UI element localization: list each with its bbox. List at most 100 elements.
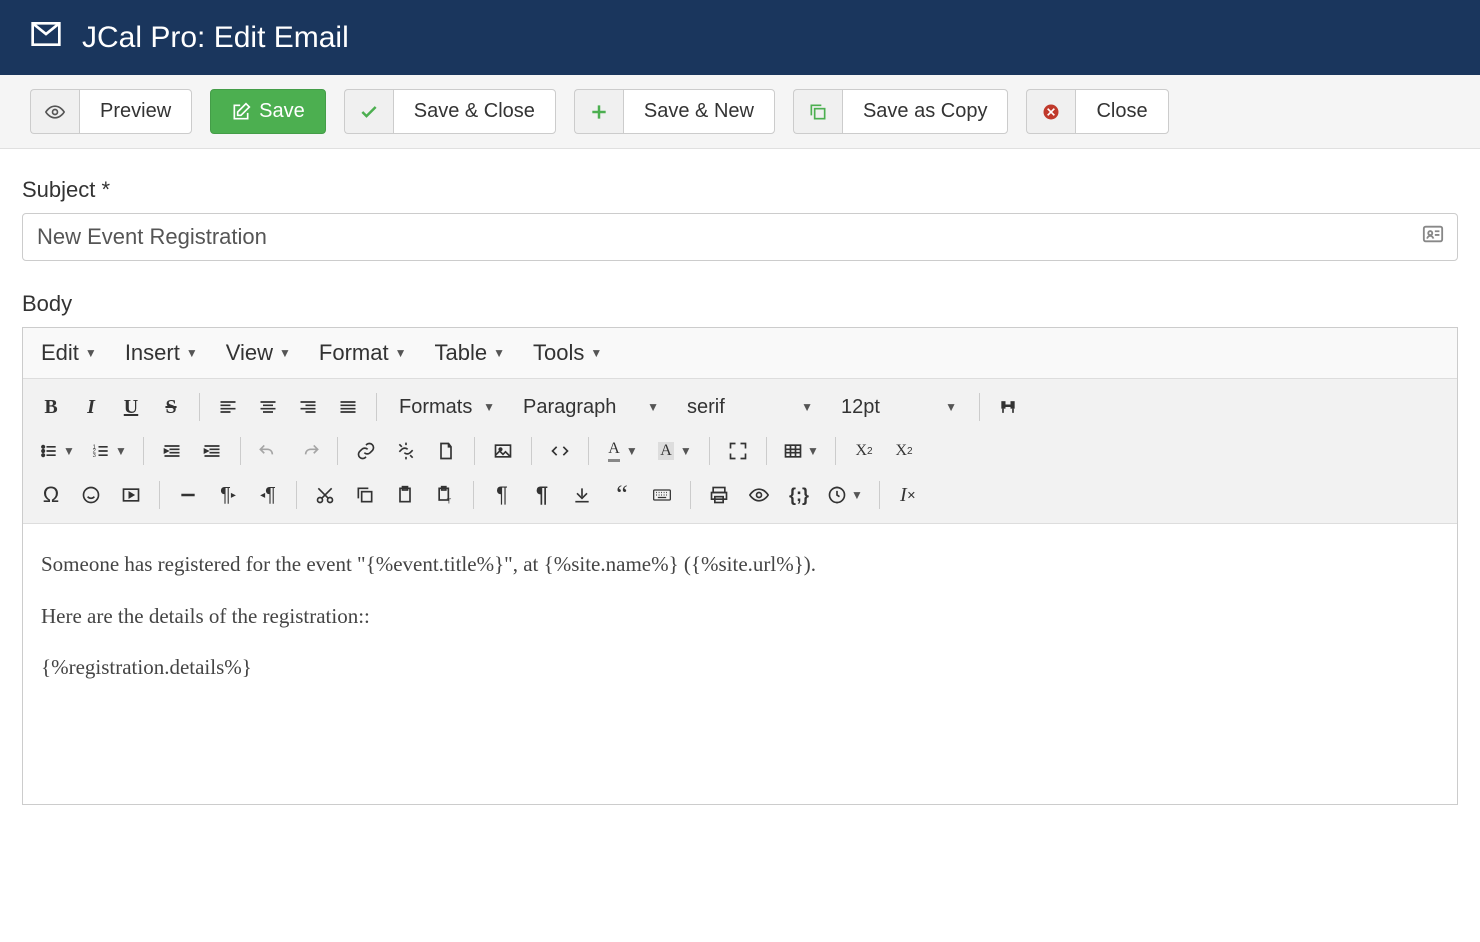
subscript-button[interactable]: X2 [846, 433, 882, 469]
caret-down-icon: ▼ [395, 346, 407, 360]
formats-select[interactable]: Formats▼ [387, 390, 507, 425]
horizontal-rule-button[interactable] [170, 477, 206, 513]
bold-button[interactable]: B [33, 389, 69, 425]
save-copy-button[interactable]: Save as Copy [842, 89, 1009, 134]
nonbreaking-button[interactable] [564, 477, 600, 513]
redo-button[interactable] [291, 433, 327, 469]
eye-icon [45, 102, 65, 122]
fullscreen-button[interactable] [720, 433, 756, 469]
bullet-list-button[interactable]: ▼ [33, 433, 81, 469]
source-code-button[interactable] [542, 433, 578, 469]
separator [588, 437, 589, 465]
code-sample-button[interactable]: {;} [781, 477, 817, 513]
caret-down-icon: ▼ [590, 346, 602, 360]
background-color-button[interactable]: A▼ [651, 433, 699, 469]
separator [709, 437, 710, 465]
outdent-button[interactable] [154, 433, 190, 469]
contact-card-icon[interactable] [1420, 223, 1446, 251]
preview-icon-button[interactable] [30, 89, 79, 134]
body-paragraph: Someone has registered for the event "{%… [41, 548, 1439, 582]
ltr-button[interactable]: ¶▸ [210, 477, 246, 513]
special-character-button[interactable]: Ω [33, 477, 69, 513]
blockquote-button[interactable]: “ [604, 477, 640, 513]
check-icon [359, 102, 379, 122]
align-left-button[interactable] [210, 389, 246, 425]
body-paragraph: {%registration.details%} [41, 651, 1439, 685]
separator [879, 481, 880, 509]
align-center-button[interactable] [250, 389, 286, 425]
separator [143, 437, 144, 465]
cut-button[interactable] [307, 477, 343, 513]
rtl-button[interactable]: ◂¶ [250, 477, 286, 513]
clear-formatting-button[interactable]: I✕ [890, 477, 926, 513]
menu-view[interactable]: View ▼ [226, 340, 291, 366]
indent-button[interactable] [194, 433, 230, 469]
separator [474, 437, 475, 465]
save-close-button[interactable]: Save & Close [393, 89, 556, 134]
save-close-icon-button[interactable] [344, 89, 393, 134]
strikethrough-button[interactable]: S [153, 389, 189, 425]
close-button[interactable]: Close [1075, 89, 1168, 134]
preview-button[interactable]: Preview [79, 89, 192, 134]
table-button[interactable]: ▼ [777, 433, 825, 469]
page-header: JCal Pro: Edit Email [0, 0, 1480, 75]
paste-button[interactable] [387, 477, 423, 513]
media-button[interactable] [113, 477, 149, 513]
separator [835, 437, 836, 465]
anchor-button[interactable] [428, 433, 464, 469]
font-family-select[interactable]: serif▼ [675, 390, 825, 425]
action-toolbar: Preview Save Save & Close Save & New Sav… [0, 75, 1480, 149]
menu-format[interactable]: Format ▼ [319, 340, 407, 366]
separator [159, 481, 160, 509]
separator [337, 437, 338, 465]
menu-edit[interactable]: Edit ▼ [41, 340, 97, 366]
print-button[interactable] [701, 477, 737, 513]
copy-button[interactable] [347, 477, 383, 513]
rich-text-editor: Edit ▼ Insert ▼ View ▼ Format ▼ Table ▼ … [22, 327, 1458, 805]
align-right-button[interactable] [290, 389, 326, 425]
close-icon-button[interactable] [1026, 89, 1075, 134]
caret-down-icon: ▼ [85, 346, 97, 360]
unlink-button[interactable] [388, 433, 424, 469]
separator [376, 393, 377, 421]
caret-down-icon: ▼ [279, 346, 291, 360]
save-new-button[interactable]: Save & New [623, 89, 775, 134]
italic-button[interactable]: I [73, 389, 109, 425]
undo-button[interactable] [251, 433, 287, 469]
subject-input[interactable] [22, 213, 1458, 261]
separator [296, 481, 297, 509]
separator [979, 393, 980, 421]
menu-tools[interactable]: Tools ▼ [533, 340, 602, 366]
menu-table[interactable]: Table ▼ [435, 340, 505, 366]
superscript-button[interactable]: X2 [886, 433, 922, 469]
save-button[interactable]: Save [210, 89, 326, 134]
numbered-list-button[interactable]: 123▼ [85, 433, 133, 469]
caret-down-icon: ▼ [493, 346, 505, 360]
save-new-icon-button[interactable] [574, 89, 623, 134]
plus-icon [589, 102, 609, 122]
font-size-select[interactable]: 12pt▼ [829, 390, 969, 425]
link-button[interactable] [348, 433, 384, 469]
menu-insert[interactable]: Insert ▼ [125, 340, 198, 366]
preview-editor-button[interactable] [741, 477, 777, 513]
block-select[interactable]: Paragraph▼ [511, 390, 671, 425]
image-button[interactable] [485, 433, 521, 469]
align-justify-button[interactable] [330, 389, 366, 425]
save-icon [231, 102, 251, 122]
insert-datetime-button[interactable]: ▼ [821, 477, 869, 513]
form-area: Subject * Body Edit ▼ Insert ▼ View ▼ Fo… [0, 149, 1480, 833]
underline-button[interactable]: U [113, 389, 149, 425]
show-invisible-button[interactable]: ¶ [484, 477, 520, 513]
editor-toolbar: B I U S Formats▼ Paragraph▼ serif▼ 12pt▼… [23, 379, 1457, 524]
keyboard-button[interactable] [644, 477, 680, 513]
page-title: JCal Pro: Edit Email [82, 21, 349, 55]
editor-content-area[interactable]: Someone has registered for the event "{%… [23, 524, 1457, 804]
mail-icon [30, 18, 62, 57]
separator [199, 393, 200, 421]
emoticons-button[interactable] [73, 477, 109, 513]
find-replace-button[interactable] [990, 389, 1026, 425]
show-blocks-button[interactable]: ¶ [524, 477, 560, 513]
save-copy-icon-button[interactable] [793, 89, 842, 134]
text-color-button[interactable]: A▼ [599, 433, 647, 469]
paste-text-button[interactable]: T [427, 477, 463, 513]
